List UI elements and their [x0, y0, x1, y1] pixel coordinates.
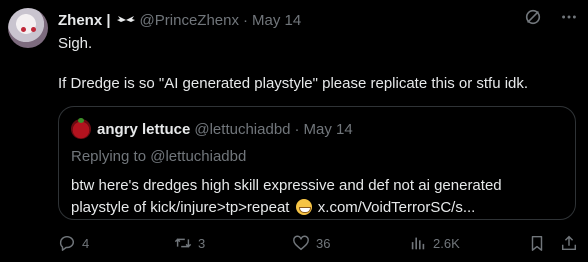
post-date[interactable]: May 14	[252, 12, 301, 29]
grok-icon[interactable]	[524, 8, 542, 26]
avatar-eye-right	[31, 27, 36, 32]
quote-separator: ·	[294, 120, 300, 138]
wings-icon	[116, 16, 135, 22]
reply-button[interactable]: 4	[58, 234, 89, 252]
post-header: Zhenx | @PrinceZhenx · May 14	[58, 10, 301, 30]
quote-author-handle[interactable]: @lettuchiadbd	[194, 121, 290, 138]
views-count: 2.6K	[433, 235, 460, 251]
bookmark-icon	[531, 235, 543, 251]
quote-avatar[interactable]	[71, 118, 91, 139]
quote-header: angry lettuce @lettuchiadbd · May 14	[71, 118, 563, 139]
share-button[interactable]	[560, 234, 578, 252]
post-line-1: Sigh.	[58, 35, 93, 52]
post-line-2: If Dredge is so "AI generated playstyle"…	[58, 75, 529, 92]
like-button[interactable]: 36	[292, 234, 330, 252]
quote-author-name[interactable]: angry lettuce	[97, 121, 190, 138]
author-name[interactable]: Zhenx |	[58, 12, 111, 29]
like-count: 36	[316, 235, 331, 251]
more-icon[interactable]	[560, 8, 578, 26]
views-icon	[411, 237, 425, 250]
avatar-eye-left	[21, 27, 26, 32]
repost-count: 3	[198, 235, 206, 251]
quote-text: btw here's dredges high skill expressive…	[71, 175, 563, 219]
views-button[interactable]: 2.6K	[409, 234, 460, 252]
quoted-post[interactable]: angry lettuce @lettuchiadbd · May 14 Rep…	[58, 106, 576, 220]
header-separator: ·	[242, 11, 248, 29]
repost-icon	[174, 238, 192, 248]
avatar[interactable]	[8, 8, 48, 48]
quote-date: May 14	[303, 120, 353, 138]
author-handle[interactable]: @PrinceZhenx	[140, 12, 239, 29]
like-icon	[293, 235, 309, 251]
quote-link[interactable]: x.com/VoidTerrorSC/s...	[318, 199, 476, 216]
share-icon	[561, 235, 577, 251]
top-icons	[524, 8, 578, 26]
reply-count: 4	[82, 235, 90, 251]
repost-button[interactable]: 3	[174, 234, 205, 252]
grin-emoji-icon	[295, 199, 312, 215]
post-text: Sigh. If Dredge is so "AI generated play…	[58, 34, 578, 94]
reply-icon	[59, 235, 75, 251]
replying-to: Replying to @lettuchiadbd	[71, 148, 247, 165]
action-bar: 4 3 36 2.6K	[58, 232, 578, 254]
bookmark-button[interactable]	[528, 234, 546, 252]
